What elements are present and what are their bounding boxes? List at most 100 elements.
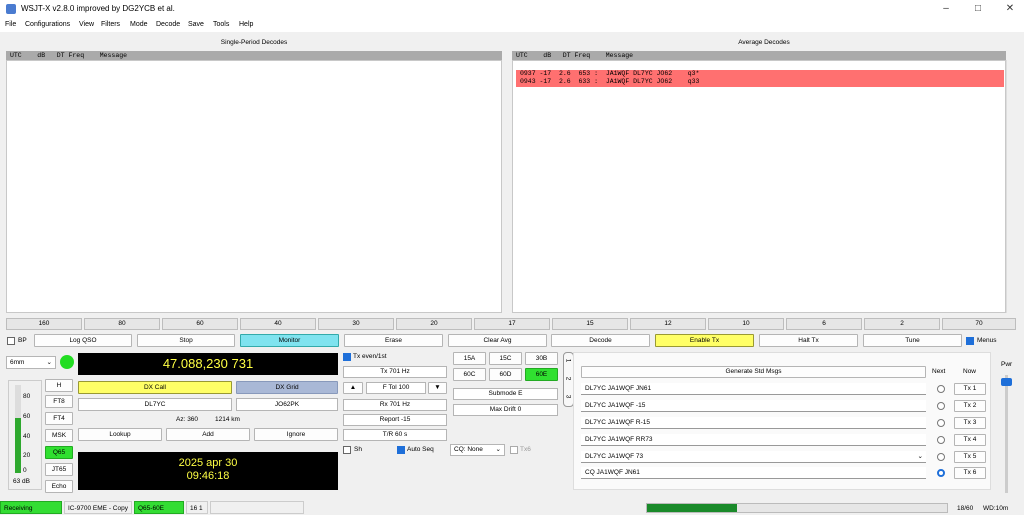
tx-freq-spinbox[interactable]: Tx 701 Hz <box>343 366 447 378</box>
menu-help[interactable]: Help <box>239 21 253 28</box>
tx1-message[interactable]: DL7YC JA1WQF JN61 <box>581 383 926 395</box>
pwr-slider-handle[interactable] <box>1001 378 1012 386</box>
band-12[interactable]: 12 <box>630 318 706 330</box>
tx4-next-radio[interactable] <box>937 436 945 444</box>
submode-60e-button[interactable]: 60E <box>525 368 558 381</box>
halt-tx-button[interactable]: Halt Tx <box>759 334 858 347</box>
up-arrow-icon[interactable]: ▲ <box>343 382 363 394</box>
tx3-next-radio[interactable] <box>937 419 945 427</box>
minimize-icon[interactable]: – <box>930 0 962 18</box>
band-60[interactable]: 60 <box>162 318 238 330</box>
band-160[interactable]: 160 <box>6 318 82 330</box>
submode-60d-button[interactable]: 60D <box>489 368 522 381</box>
dx-call-input[interactable]: DL7YC <box>78 398 232 411</box>
mode-h-button[interactable]: H <box>45 379 73 392</box>
tx6-next-radio[interactable] <box>937 469 945 477</box>
dx-grid-input[interactable]: JO62PK <box>236 398 338 411</box>
menu-save[interactable]: Save <box>188 21 204 28</box>
band-20[interactable]: 20 <box>396 318 472 330</box>
down-arrow-icon[interactable]: ▼ <box>428 382 447 394</box>
mode-ft8-button[interactable]: FT8 <box>45 395 73 408</box>
log-qso-button[interactable]: Log QSO <box>34 334 132 347</box>
mode-jt65-button[interactable]: JT65 <box>45 463 73 476</box>
menu-view[interactable]: View <box>79 21 94 28</box>
band-select[interactable]: 6mm ⌄ <box>6 356 56 369</box>
mode-ft4-button[interactable]: FT4 <box>45 412 73 425</box>
sh-checkbox[interactable] <box>343 446 351 454</box>
generate-std-msgs-button[interactable]: Generate Std Msgs <box>581 366 926 378</box>
ignore-button[interactable]: Ignore <box>254 428 338 441</box>
tx2-next-radio[interactable] <box>937 402 945 410</box>
tx1-next-radio[interactable] <box>937 385 945 393</box>
tx3-message[interactable]: DL7YC JA1WQF R-15 <box>581 417 926 429</box>
tx-even-checkbox[interactable] <box>343 353 351 361</box>
menu-tools[interactable]: Tools <box>213 21 229 28</box>
tab-2[interactable]: 2 <box>564 377 571 381</box>
tab-1[interactable]: 1 <box>564 359 571 363</box>
lookup-button[interactable]: Lookup <box>78 428 162 441</box>
tr-period-spinbox[interactable]: T/R 60 s <box>343 429 447 441</box>
tx4-now-button[interactable]: Tx 4 <box>954 434 986 446</box>
menu-mode[interactable]: Mode <box>130 21 148 28</box>
menu-file[interactable]: File <box>5 21 16 28</box>
submode-15a-button[interactable]: 15A <box>453 352 486 365</box>
band-2[interactable]: 2 <box>864 318 940 330</box>
average-decodes[interactable]: 0937 -17 2.6 653 : JA1WQF DL7YC JO62 q3*… <box>512 60 1006 313</box>
band-80[interactable]: 80 <box>84 318 160 330</box>
menus-checkbox[interactable] <box>966 337 974 345</box>
menu-configurations[interactable]: Configurations <box>25 21 70 28</box>
tx6-checkbox[interactable] <box>510 446 518 454</box>
rx-freq-spinbox[interactable]: Rx 701 Hz <box>343 399 447 411</box>
tx5-message[interactable]: DL7YC JA1WQF 73 ⌄ <box>581 451 926 463</box>
scrollbar[interactable] <box>1006 60 1016 313</box>
auto-seq-checkbox[interactable] <box>397 446 405 454</box>
decode-line[interactable]: 0937 -17 2.6 653 : JA1WQF DL7YC JO62 q3* <box>516 70 1004 78</box>
decode-button[interactable]: Decode <box>551 334 650 347</box>
mode-msk-button[interactable]: MSK <box>45 429 73 442</box>
tx5-now-button[interactable]: Tx 5 <box>954 451 986 463</box>
stop-button[interactable]: Stop <box>137 334 235 347</box>
single-period-decodes[interactable] <box>6 60 502 313</box>
menu-decode[interactable]: Decode <box>156 21 180 28</box>
band-15[interactable]: 15 <box>552 318 628 330</box>
tx2-message[interactable]: DL7YC JA1WQF -15 <box>581 400 926 412</box>
erase-button[interactable]: Erase <box>344 334 443 347</box>
submode-30b-button[interactable]: 30B <box>525 352 558 365</box>
enable-tx-button[interactable]: Enable Tx <box>655 334 754 347</box>
mode-echo-button[interactable]: Echo <box>45 480 73 493</box>
report-spinbox[interactable]: Report -15 <box>343 414 447 426</box>
monitor-button[interactable]: Monitor <box>240 334 339 347</box>
tx2-now-button[interactable]: Tx 2 <box>954 400 986 412</box>
band-17[interactable]: 17 <box>474 318 550 330</box>
tab-3[interactable]: 3 <box>564 395 571 399</box>
dx-call-label[interactable]: DX Call <box>78 381 232 394</box>
menu-filters[interactable]: Filters <box>101 21 120 28</box>
decode-line[interactable]: 0943 -17 2.6 633 : JA1WQF DL7YC JO62 q33 <box>516 77 1004 87</box>
dx-grid-label[interactable]: DX Grid <box>236 381 338 394</box>
tune-button[interactable]: Tune <box>863 334 962 347</box>
ftol-spinbox[interactable]: F Tol 100 <box>366 382 426 394</box>
add-button[interactable]: Add <box>166 428 250 441</box>
band-40[interactable]: 40 <box>240 318 316 330</box>
clear-avg-button[interactable]: Clear Avg <box>448 334 547 347</box>
tx5-next-radio[interactable] <box>937 453 945 461</box>
band-70[interactable]: 70 <box>942 318 1016 330</box>
band-10[interactable]: 10 <box>708 318 784 330</box>
tx3-now-button[interactable]: Tx 3 <box>954 417 986 429</box>
tx6-message[interactable]: CQ JA1WQF JN61 <box>581 467 926 479</box>
chevron-down-icon[interactable]: ⌄ <box>918 451 923 463</box>
submode-select[interactable]: Submode E <box>453 388 558 400</box>
band-6[interactable]: 6 <box>786 318 862 330</box>
tx4-message[interactable]: DL7YC JA1WQF RR73 <box>581 434 926 446</box>
max-drift-spinbox[interactable]: Max Drift 0 <box>453 404 558 416</box>
band-30[interactable]: 30 <box>318 318 394 330</box>
submode-15c-button[interactable]: 15C <box>489 352 522 365</box>
submode-60c-button[interactable]: 60C <box>453 368 486 381</box>
tx1-now-button[interactable]: Tx 1 <box>954 383 986 395</box>
maximize-icon[interactable]: □ <box>962 0 994 18</box>
cq-select[interactable]: CQ: None ⌄ <box>450 444 505 456</box>
tx6-now-button[interactable]: Tx 6 <box>954 467 986 479</box>
mode-q65-button[interactable]: Q65 <box>45 446 73 459</box>
bp-checkbox[interactable] <box>7 337 15 345</box>
close-icon[interactable]: ✕ <box>994 0 1024 18</box>
